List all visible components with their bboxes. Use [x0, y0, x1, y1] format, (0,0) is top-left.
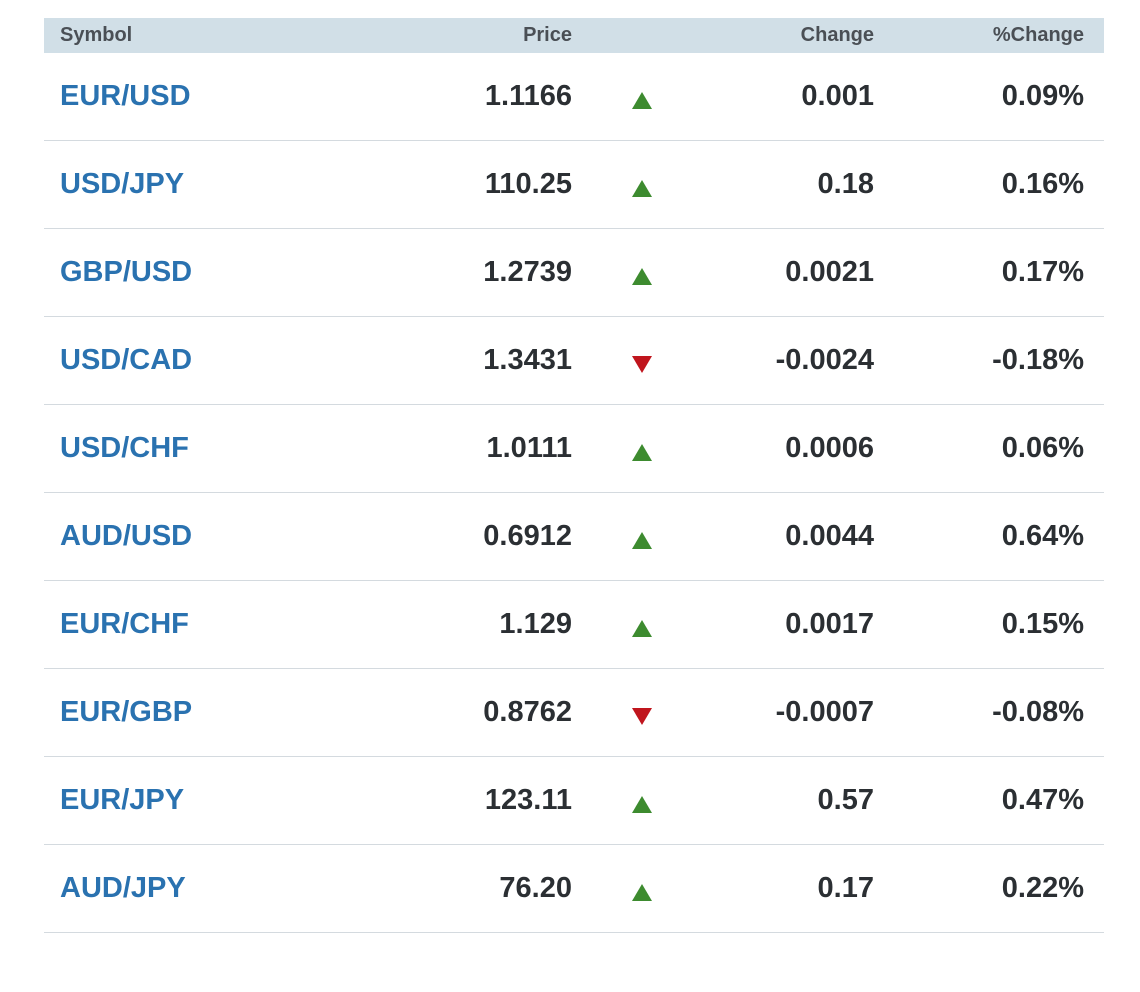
direction-cell — [572, 784, 712, 817]
symbol-cell: USD/CHF — [44, 432, 244, 465]
symbol-cell: USD/CAD — [44, 344, 244, 377]
change-cell: 0.0021 — [785, 256, 874, 288]
change-cell: 0.0017 — [785, 608, 874, 640]
arrow-up-icon — [632, 795, 652, 813]
table-body: EUR/USD 1.1166 0.001 0.09% USD/JPY 110.25 0.18… — [44, 53, 1104, 933]
pct-change-cell: 0.06% — [1001, 432, 1084, 464]
table-header: Symbol Price Change %Change — [44, 18, 1104, 53]
pct-change-cell: -0.18% — [992, 344, 1084, 376]
price-cell: 0.8762 — [483, 696, 572, 728]
direction-cell — [572, 872, 712, 905]
pct-change-cell: 0.64% — [1001, 520, 1084, 552]
table-row[interactable]: EUR/GBP 0.8762 -0.0007 -0.08% — [44, 669, 1104, 757]
price-cell: 1.129 — [499, 608, 572, 640]
price-cell: 1.3431 — [483, 344, 572, 376]
table-row[interactable]: EUR/JPY 123.11 0.57 0.47% — [44, 757, 1104, 845]
direction-cell — [572, 168, 712, 201]
symbol-cell: GBP/USD — [44, 256, 244, 289]
arrow-down-icon — [632, 355, 652, 373]
table-row[interactable]: EUR/USD 1.1166 0.001 0.09% — [44, 53, 1104, 141]
table-row[interactable]: EUR/CHF 1.129 0.0017 0.15% — [44, 581, 1104, 669]
symbol-cell: EUR/CHF — [44, 608, 244, 641]
direction-cell — [572, 432, 712, 465]
arrow-up-icon — [632, 443, 652, 461]
header-change[interactable]: Change — [712, 24, 874, 47]
direction-cell — [572, 608, 712, 641]
pct-change-cell: 0.15% — [1001, 608, 1084, 640]
change-cell: -0.0007 — [775, 696, 874, 728]
currency-quotes-table: Symbol Price Change %Change EUR/USD 1.116… — [44, 18, 1104, 933]
symbol-link[interactable]: GBP/USD — [60, 256, 192, 288]
symbol-link[interactable]: AUD/JPY — [60, 872, 186, 904]
symbol-link[interactable]: USD/JPY — [60, 168, 184, 200]
direction-cell — [572, 80, 712, 113]
direction-cell — [572, 696, 712, 729]
pct-change-cell: 0.22% — [1001, 872, 1084, 904]
price-cell: 1.0111 — [486, 432, 573, 464]
symbol-cell: EUR/USD — [44, 80, 244, 113]
table-row[interactable]: AUD/JPY 76.20 0.17 0.22% — [44, 845, 1104, 933]
symbol-link[interactable]: AUD/USD — [60, 520, 192, 552]
table-row[interactable]: AUD/USD 0.6912 0.0044 0.64% — [44, 493, 1104, 581]
arrow-up-icon — [632, 883, 652, 901]
symbol-link[interactable]: USD/CAD — [60, 344, 192, 376]
pct-change-cell: 0.16% — [1001, 168, 1084, 200]
symbol-link[interactable]: USD/CHF — [60, 432, 189, 464]
arrow-up-icon — [632, 267, 652, 285]
symbol-link[interactable]: EUR/USD — [60, 80, 191, 112]
symbol-cell: EUR/JPY — [44, 784, 244, 817]
table-row[interactable]: USD/CAD 1.3431 -0.0024 -0.18% — [44, 317, 1104, 405]
arrow-up-icon — [632, 531, 652, 549]
header-price[interactable]: Price — [244, 24, 572, 47]
price-cell: 0.6912 — [483, 520, 572, 552]
change-cell: 0.0006 — [785, 432, 874, 464]
change-cell: 0.57 — [817, 784, 874, 816]
pct-change-cell: 0.47% — [1001, 784, 1084, 816]
price-cell: 1.1166 — [484, 80, 572, 112]
symbol-cell: USD/JPY — [44, 168, 244, 201]
change-cell: 0.18 — [817, 168, 874, 200]
change-cell: 0.0044 — [785, 520, 874, 552]
pct-change-cell: 0.17% — [1001, 256, 1084, 288]
price-cell: 1.2739 — [483, 256, 572, 288]
change-cell: -0.0024 — [775, 344, 874, 376]
symbol-link[interactable]: EUR/JPY — [60, 784, 184, 816]
symbol-cell: EUR/GBP — [44, 696, 244, 729]
arrow-down-icon — [632, 707, 652, 725]
table-row[interactable]: USD/JPY 110.25 0.18 0.16% — [44, 141, 1104, 229]
change-cell: 0.001 — [801, 80, 874, 112]
symbol-link[interactable]: EUR/GBP — [60, 696, 192, 728]
price-cell: 123.11 — [484, 784, 572, 816]
change-cell: 0.17 — [817, 872, 874, 904]
symbol-cell: AUD/USD — [44, 520, 244, 553]
direction-cell — [572, 344, 712, 377]
direction-cell — [572, 520, 712, 553]
symbol-link[interactable]: EUR/CHF — [60, 608, 189, 640]
price-cell: 110.25 — [484, 168, 572, 200]
header-pct-change[interactable]: %Change — [874, 24, 1084, 47]
symbol-cell: AUD/JPY — [44, 872, 244, 905]
direction-cell — [572, 256, 712, 289]
pct-change-cell: -0.08% — [992, 696, 1084, 728]
table-row[interactable]: GBP/USD 1.2739 0.0021 0.17% — [44, 229, 1104, 317]
pct-change-cell: 0.09% — [1001, 80, 1084, 112]
price-cell: 76.20 — [499, 872, 572, 904]
arrow-up-icon — [632, 619, 652, 637]
arrow-up-icon — [632, 179, 652, 197]
arrow-up-icon — [632, 91, 652, 109]
header-symbol[interactable]: Symbol — [44, 24, 244, 47]
table-row[interactable]: USD/CHF 1.0111 0.0006 0.06% — [44, 405, 1104, 493]
